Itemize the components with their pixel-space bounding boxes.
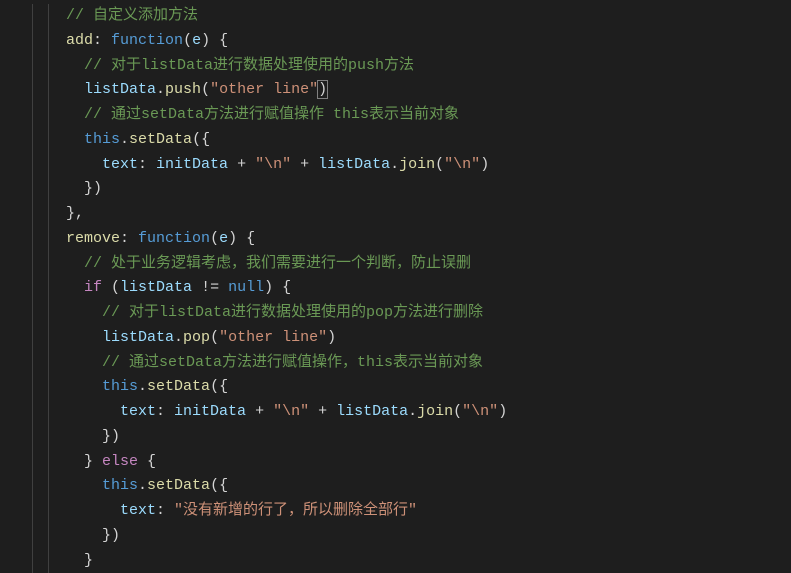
comment-text: // 对于listData进行数据处理使用的pop方法进行删除 — [102, 304, 483, 321]
method-name: push — [165, 81, 201, 98]
method-name: join — [417, 403, 453, 420]
this-keyword: this — [102, 477, 138, 494]
object-key: text — [120, 502, 156, 519]
comment-text: // 处于业务逻辑考虑，我们需要进行一个判断，防止误删 — [84, 255, 471, 272]
property-name: add — [66, 32, 93, 49]
string-literal: "\n" — [462, 403, 498, 420]
code-line[interactable]: }, — [20, 202, 791, 227]
comment-text: // 通过setData方法进行赋值操作，this表示当前对象 — [102, 354, 483, 371]
this-keyword: this — [102, 378, 138, 395]
variable: listData — [318, 156, 390, 173]
else-keyword: else — [102, 453, 138, 470]
comment-text: // 通过setData方法进行赋值操作 this表示当前对象 — [84, 106, 459, 123]
variable: initData — [156, 156, 228, 173]
code-line[interactable]: }) — [20, 524, 791, 549]
code-line[interactable]: } else { — [20, 450, 791, 475]
code-line[interactable]: // 通过setData方法进行赋值操作 this表示当前对象 — [20, 103, 791, 128]
code-line[interactable]: // 对于listData进行数据处理使用的pop方法进行删除 — [20, 301, 791, 326]
code-editor[interactable]: // 自定义添加方法 add: function(e) { // 对于listD… — [0, 4, 791, 573]
string-literal: "\n" — [255, 156, 291, 173]
comment-text: // 对于listData进行数据处理使用的push方法 — [84, 57, 414, 74]
code-line[interactable]: this.setData({ — [20, 128, 791, 153]
code-line[interactable]: // 自定义添加方法 — [20, 4, 791, 29]
method-name: join — [399, 156, 435, 173]
code-line[interactable]: listData.push("other line") — [20, 78, 791, 103]
method-name: pop — [183, 329, 210, 346]
object-key: text — [120, 403, 156, 420]
code-line[interactable]: text: initData + "\n" + listData.join("\… — [20, 400, 791, 425]
method-name: setData — [129, 131, 192, 148]
string-literal: "\n" — [273, 403, 309, 420]
code-line[interactable]: text: "没有新增的行了，所以删除全部行" — [20, 499, 791, 524]
code-line[interactable]: }) — [20, 177, 791, 202]
string-literal: "other line" — [219, 329, 327, 346]
string-literal: "\n" — [444, 156, 480, 173]
method-name: setData — [147, 477, 210, 494]
code-line[interactable]: } — [20, 549, 791, 573]
property-name: remove — [66, 230, 120, 247]
null-keyword: null — [228, 279, 264, 296]
object-key: text — [102, 156, 138, 173]
code-line[interactable]: // 对于listData进行数据处理使用的push方法 — [20, 54, 791, 79]
code-line[interactable]: if (listData != null) { — [20, 276, 791, 301]
method-name: setData — [147, 378, 210, 395]
variable: initData — [174, 403, 246, 420]
keyword: function — [111, 32, 183, 49]
code-line[interactable]: }) — [20, 425, 791, 450]
string-literal: "other line" — [210, 81, 318, 98]
string-literal: "没有新增的行了，所以删除全部行" — [174, 502, 417, 519]
code-line[interactable]: add: function(e) { — [20, 29, 791, 54]
variable: listData — [120, 279, 192, 296]
code-line[interactable]: listData.pop("other line") — [20, 326, 791, 351]
code-line[interactable]: // 通过setData方法进行赋值操作，this表示当前对象 — [20, 351, 791, 376]
cursor-position: ) — [317, 80, 328, 99]
code-line[interactable]: this.setData({ — [20, 375, 791, 400]
variable: listData — [336, 403, 408, 420]
comment-text: // 自定义添加方法 — [66, 7, 198, 24]
code-line[interactable]: // 处于业务逻辑考虑，我们需要进行一个判断，防止误删 — [20, 252, 791, 277]
this-keyword: this — [84, 131, 120, 148]
code-line[interactable]: remove: function(e) { — [20, 227, 791, 252]
code-line[interactable]: this.setData({ — [20, 474, 791, 499]
variable: listData — [84, 81, 156, 98]
keyword: function — [138, 230, 210, 247]
code-line[interactable]: text: initData + "\n" + listData.join("\… — [20, 153, 791, 178]
param: e — [192, 32, 201, 49]
if-keyword: if — [84, 279, 102, 296]
variable: listData — [102, 329, 174, 346]
param: e — [219, 230, 228, 247]
